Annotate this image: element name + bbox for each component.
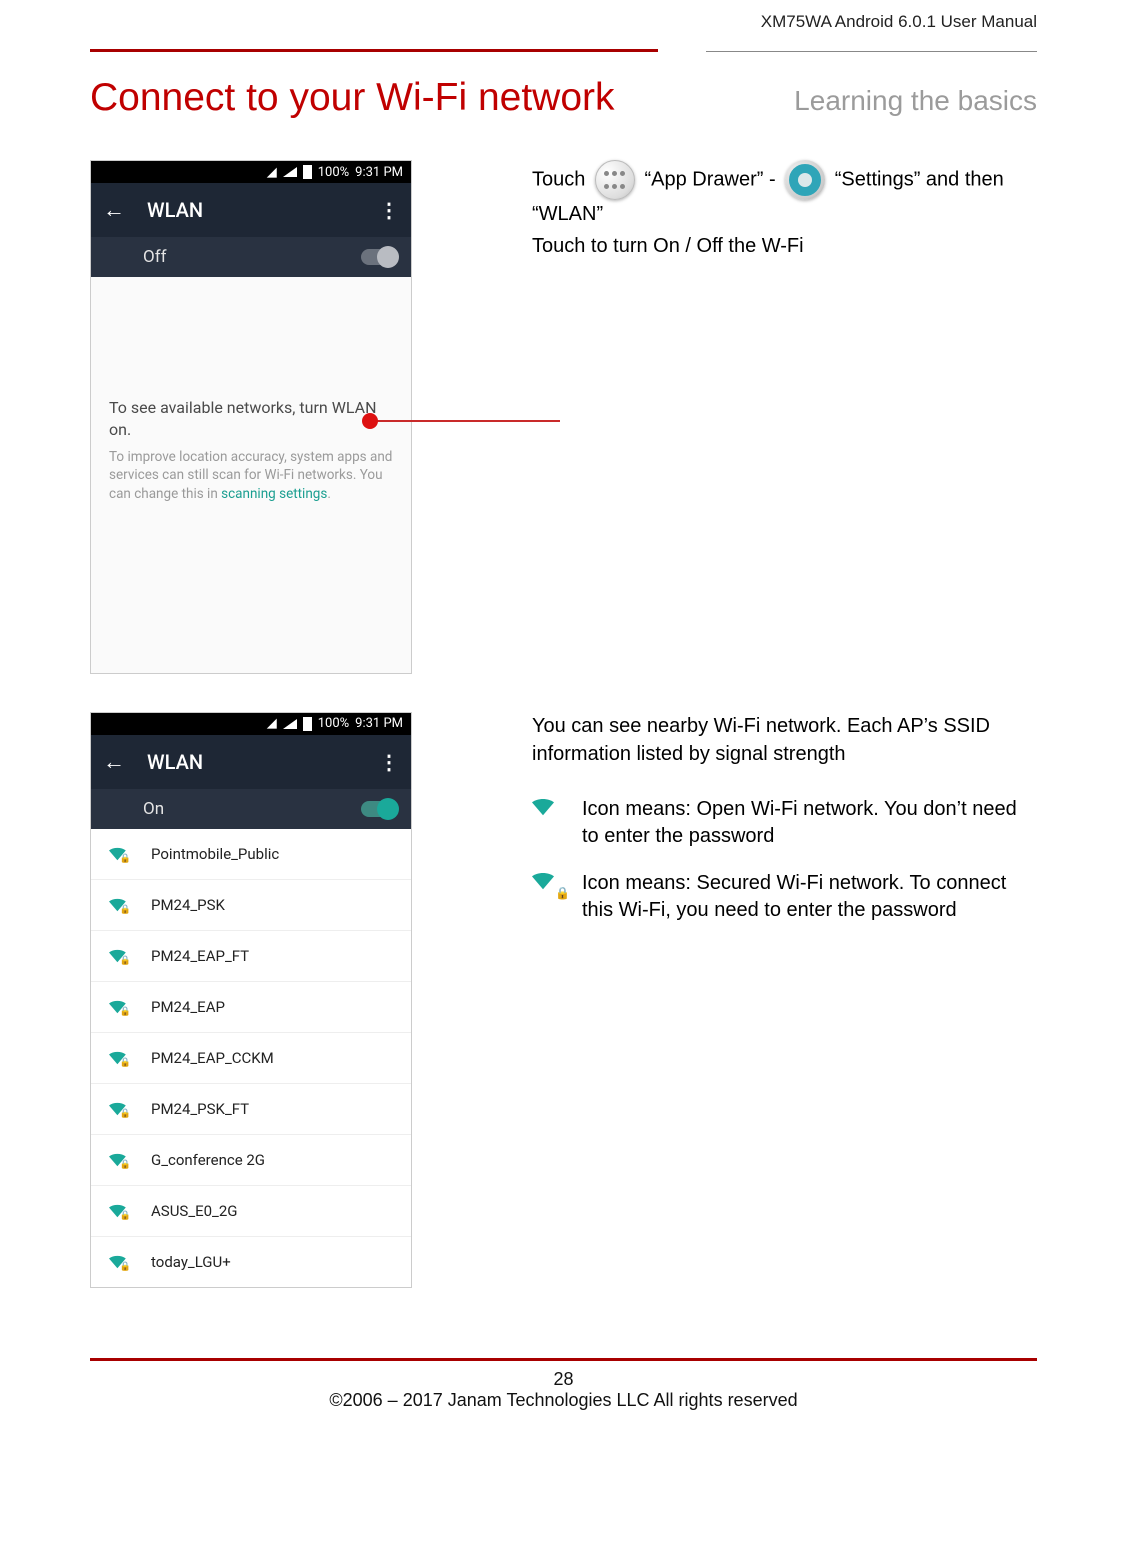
cell-signal-icon — [283, 719, 297, 729]
appbar-title: WLAN — [147, 750, 357, 774]
battery-percent: 100% — [318, 165, 349, 180]
clock: 9:31 PM — [355, 716, 403, 731]
wifi-signal-icon: 🔒 — [109, 1099, 131, 1119]
scanning-settings-link[interactable]: scanning settings — [221, 486, 327, 502]
settings-icon — [785, 160, 825, 200]
wlan-toggle-row[interactable]: Off — [91, 237, 411, 277]
wlan-off-submessage: To improve location accuracy, system app… — [109, 448, 393, 503]
overflow-menu-icon[interactable]: ⋮ — [379, 750, 399, 774]
wifi-network-row[interactable]: 🔒 PM24_PSK — [91, 879, 411, 930]
battery-icon — [303, 717, 312, 731]
wifi-network-list: 🔒 Pointmobile_Public 🔒 PM24_PSK 🔒 PM24_EAP_FT… — [91, 829, 411, 1287]
instructions-on: You can see nearby Wi-Fi network. Each A… — [532, 712, 1037, 924]
wifi-open-icon — [532, 796, 568, 824]
text-touch: Touch — [532, 168, 585, 190]
text-on-intro: You can see nearby Wi-Fi network. Each A… — [532, 712, 1037, 768]
text-toggle-instruction: Touch to turn On / Off the W-Fi — [532, 232, 1037, 260]
lock-icon: 🔒 — [120, 1058, 131, 1068]
page-number: 28 — [90, 1369, 1037, 1390]
signal-icon: ◢ — [267, 165, 277, 180]
back-icon[interactable]: ← — [103, 749, 125, 775]
wlan-off-message: To see available networks, turn WLAN on. — [109, 397, 393, 440]
lock-icon: 🔒 — [120, 905, 131, 915]
lock-icon: 🔒 — [120, 854, 131, 864]
wifi-network-row[interactable]: 🔒 Pointmobile_Public — [91, 829, 411, 879]
wifi-signal-icon: 🔒 — [109, 946, 131, 966]
appbar: ← WLAN ⋮ — [91, 735, 411, 789]
wifi-signal-icon: 🔒 — [109, 1201, 131, 1221]
wifi-network-row[interactable]: 🔒 PM24_EAP_FT — [91, 930, 411, 981]
text-app-drawer: “App Drawer” - — [645, 168, 776, 190]
back-icon[interactable]: ← — [103, 197, 125, 223]
wifi-network-row[interactable]: 🔒 today_LGU+ — [91, 1236, 411, 1287]
wifi-ssid: today_LGU+ — [151, 1253, 231, 1271]
lock-icon: 🔒 — [120, 1160, 131, 1170]
lock-icon: 🔒 — [120, 1007, 131, 1017]
section-wifi-on: ◢ 100% 9:31 PM ← WLAN ⋮ On 🔒 Pointmobile_… — [90, 712, 1037, 1288]
wifi-ssid: Pointmobile_Public — [151, 845, 279, 863]
wifi-signal-icon: 🔒 — [109, 1048, 131, 1068]
wifi-network-row[interactable]: 🔒 PM24_EAP — [91, 981, 411, 1032]
wlan-toggle-switch[interactable] — [361, 801, 397, 817]
wifi-signal-icon: 🔒 — [109, 1252, 131, 1272]
wifi-ssid: PM24_EAP_CCKM — [151, 1049, 274, 1067]
wifi-network-row[interactable]: 🔒 ASUS_E0_2G — [91, 1185, 411, 1236]
app-drawer-icon — [595, 160, 635, 200]
top-rules — [90, 40, 1037, 52]
wifi-network-row[interactable]: 🔒 G_conference 2G — [91, 1134, 411, 1185]
appbar-title: WLAN — [147, 198, 357, 222]
wifi-signal-icon: 🔒 — [109, 997, 131, 1017]
lock-icon: 🔒 — [555, 885, 570, 902]
section-wifi-off: ◢ 100% 9:31 PM ← WLAN ⋮ Off To see avail… — [90, 160, 1037, 674]
battery-percent: 100% — [318, 716, 349, 731]
wifi-ssid: PM24_PSK_FT — [151, 1100, 249, 1118]
wifi-ssid: G_conference 2G — [151, 1151, 265, 1169]
legend-secured-wifi: 🔒 Icon means: Secured Wi-Fi network. To … — [532, 870, 1037, 924]
signal-icon: ◢ — [267, 716, 277, 731]
copyright: ©2006 – 2017 Janam Technologies LLC All … — [90, 1390, 1037, 1411]
text-secured-meaning: Icon means: Secured Wi-Fi network. To co… — [582, 870, 1037, 924]
phone-body-off: To see available networks, turn WLAN on.… — [91, 277, 411, 673]
wifi-secured-icon: 🔒 — [532, 870, 568, 898]
wifi-ssid: PM24_PSK — [151, 896, 225, 914]
phone-screenshot-on: ◢ 100% 9:31 PM ← WLAN ⋮ On 🔒 Pointmobile_… — [90, 712, 412, 1288]
wlan-toggle-row[interactable]: On — [91, 789, 411, 829]
callout-line — [370, 420, 560, 422]
wifi-signal-icon: 🔒 — [109, 895, 131, 915]
appbar: ← WLAN ⋮ — [91, 183, 411, 237]
page-title: Connect to your Wi-Fi network — [90, 76, 615, 120]
lock-icon: 🔒 — [120, 1109, 131, 1119]
page-footer: 28 ©2006 – 2017 Janam Technologies LLC A… — [90, 1358, 1037, 1441]
doc-header: XM75WA Android 6.0.1 User Manual — [90, 0, 1037, 40]
lock-icon: 🔒 — [120, 1262, 131, 1272]
lock-icon: 🔒 — [120, 1211, 131, 1221]
android-statusbar: ◢ 100% 9:31 PM — [91, 713, 411, 735]
wifi-ssid: ASUS_E0_2G — [151, 1202, 237, 1220]
lock-icon: 🔒 — [120, 956, 131, 966]
wifi-ssid: PM24_EAP — [151, 998, 225, 1016]
wifi-signal-icon: 🔒 — [109, 844, 131, 864]
page-subtitle: Learning the basics — [794, 85, 1037, 117]
overflow-menu-icon[interactable]: ⋮ — [379, 198, 399, 222]
battery-icon — [303, 165, 312, 179]
clock: 9:31 PM — [355, 165, 403, 180]
wlan-toggle-switch[interactable] — [361, 249, 397, 265]
wlan-toggle-label: Off — [143, 247, 167, 267]
instructions-off: Touch “App Drawer” - “Settings” and then… — [532, 160, 1037, 260]
wifi-network-row[interactable]: 🔒 PM24_EAP_CCKM — [91, 1032, 411, 1083]
wifi-network-row[interactable]: 🔒 PM24_PSK_FT — [91, 1083, 411, 1134]
legend-open-wifi: Icon means: Open Wi-Fi network. You don’… — [532, 796, 1037, 850]
callout-dot — [362, 413, 378, 429]
text-open-meaning: Icon means: Open Wi-Fi network. You don’… — [582, 796, 1037, 850]
wifi-signal-icon: 🔒 — [109, 1150, 131, 1170]
wifi-ssid: PM24_EAP_FT — [151, 947, 249, 965]
wlan-toggle-label: On — [143, 799, 164, 819]
android-statusbar: ◢ 100% 9:31 PM — [91, 161, 411, 183]
cell-signal-icon — [283, 167, 297, 177]
